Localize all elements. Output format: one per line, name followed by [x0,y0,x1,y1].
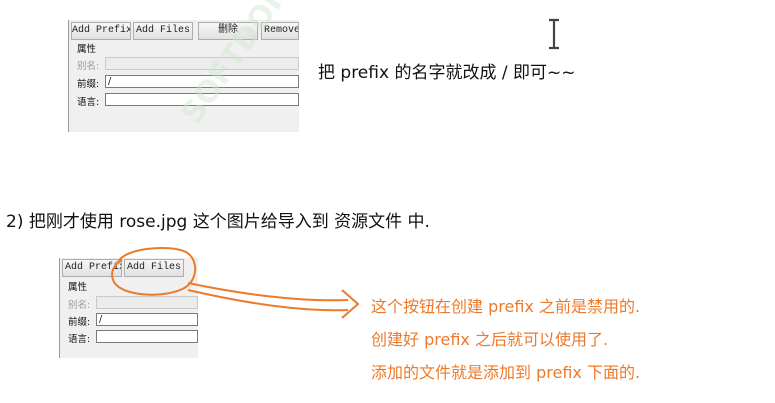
alias-label: 别名: [68,300,91,311]
add-files-button[interactable]: Add Files [124,259,184,277]
prefix-label: 前缀: [68,317,91,328]
annotation-line: 这个按钮在创建 prefix 之前是禁用的. [371,297,641,316]
arrow-shaft-lower [187,289,349,312]
language-field[interactable] [96,330,198,343]
language-label: 语言: [77,97,100,108]
text-cursor-icon [549,18,559,50]
add-prefix-button[interactable]: Add Prefix [71,22,131,40]
annotation-line: 创建好 prefix 之后就可以使用了. [371,330,609,349]
add-prefix-button[interactable]: Add Prefix [62,259,122,277]
add-files-button[interactable]: Add Files [133,22,193,40]
annotation-notes: 这个按钮在创建 prefix 之前是禁用的. 创建好 prefix 之后就可以使… [371,296,640,395]
arrow-head [341,289,360,319]
arrow-shaft [187,282,349,302]
prefix-label: 前缀: [77,79,100,90]
page: Add Prefix Add Files 删除 Remove 属性 别名: 前缀… [0,0,775,403]
prefix-field[interactable]: / [96,313,198,326]
alias-label: 别名: [77,61,100,72]
resource-editor-panel-bottom: Add Prefix Add Files 属性 别名: 前缀: / 语言: [59,258,198,358]
properties-section-label: 属性 [77,44,97,55]
step-heading: 2) 把刚才使用 rose.jpg 这个图片给导入到 资源文件 中. [6,212,430,232]
alias-field[interactable] [105,57,299,70]
properties-section-label: 属性 [68,282,88,293]
annotation-line: 添加的文件就是添加到 prefix 下面的. [371,363,641,382]
language-label: 语言: [68,334,91,345]
instruction-caption: 把 prefix 的名字就改成 / 即可~~ [318,63,576,83]
alias-field[interactable] [96,296,198,309]
